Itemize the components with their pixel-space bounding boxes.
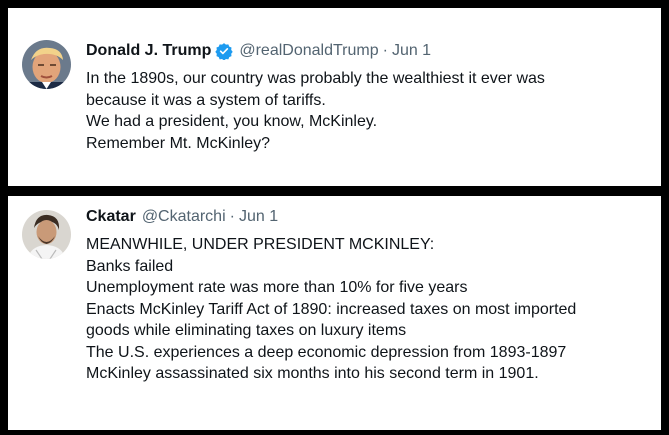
avatar-image [22, 210, 71, 259]
tweet-text-line: MEANWHILE, UNDER PRESIDENT MCKINLEY: [86, 236, 435, 253]
tweet-text-line: Enacts McKinley Tariff Act of 1890: incr… [86, 300, 577, 318]
tweet-text-line: goods while eliminating taxes on luxury … [86, 322, 407, 339]
tweet-card[interactable]: Donald J. Trump @realDonaldTrump · Jun 1… [8, 8, 661, 186]
tweet-text: MEANWHILE, UNDER PRESIDENT MCKINLEY: Ban… [86, 234, 651, 385]
handle[interactable]: @realDonaldTrump [239, 41, 378, 61]
tweet-text-line: because it was a system of tariffs. [86, 91, 326, 109]
tweet-text-line: Unemployment rate was more than 10% for … [86, 279, 468, 296]
separator-dot: · [382, 42, 388, 59]
tweet-text-line: Remember Mt. McKinley? [86, 134, 271, 152]
display-name[interactable]: Ckatar [86, 207, 136, 227]
separator-dot: · [229, 208, 235, 225]
tweet-text-line: Banks failed [86, 257, 174, 275]
tweet-text-line: The U.S. experiences a deep economic dep… [86, 343, 567, 361]
tweet-text-line: In the 1890s, our country was probably t… [86, 70, 545, 87]
tweet-text-line: We had a president, you know, McKinley. [86, 113, 378, 130]
avatar[interactable] [22, 40, 71, 89]
tweet-text-line: McKinley assassinated six months into hi… [86, 365, 539, 382]
avatar[interactable] [22, 210, 71, 259]
verified-badge-icon [215, 42, 234, 61]
display-name[interactable]: Donald J. Trump [86, 41, 211, 61]
tweet-header: Donald J. Trump @realDonaldTrump · Jun 1 [86, 41, 431, 61]
avatar-image [22, 40, 71, 89]
tweet-card[interactable]: Ckatar @Ckatarchi · Jun 1 MEANWHILE, UND… [8, 196, 661, 430]
handle[interactable]: @Ckatarchi [142, 207, 226, 227]
tweet-date[interactable]: Jun 1 [239, 207, 278, 227]
tweet-text: In the 1890s, our country was probably t… [86, 68, 651, 154]
tweet-date[interactable]: Jun 1 [392, 41, 431, 61]
tweet-header: Ckatar @Ckatarchi · Jun 1 [86, 207, 278, 227]
